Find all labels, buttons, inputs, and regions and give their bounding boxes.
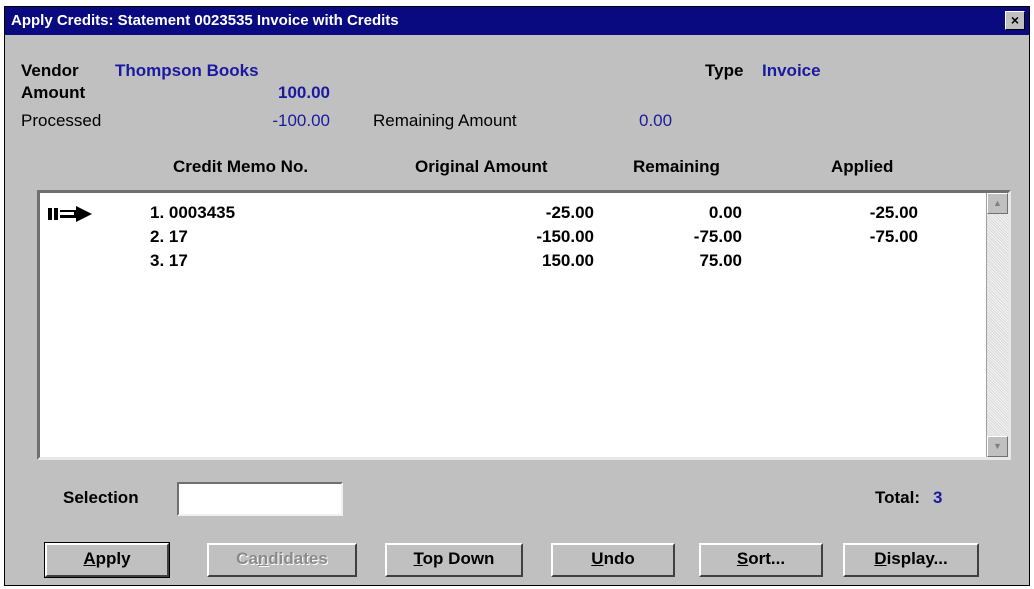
title-bar[interactable]: Apply Credits: Statement 0023535 Invoice… — [5, 7, 1029, 35]
undo-label-accel: U — [591, 549, 604, 568]
apply-credits-window: Apply Credits: Statement 0023535 Invoice… — [4, 6, 1030, 586]
window-title: Apply Credits: Statement 0023535 Invoice… — [11, 12, 399, 29]
sort-button[interactable]: Sort... — [699, 543, 823, 577]
remaining-amount: 0.00 — [708, 203, 742, 222]
scroll-down-icon: ▼ — [993, 441, 1002, 451]
top-down-label-accel: T — [413, 549, 423, 568]
vendor-label: Vendor — [21, 61, 79, 80]
arrow-right-icon — [48, 206, 92, 222]
credit-memo-list[interactable]: 1. 0003435 -25.00 0.00 -25.00 2. 17 -150… — [37, 190, 1011, 460]
processed-value: -100.00 — [272, 111, 330, 130]
column-header-remaining: Remaining — [633, 157, 720, 176]
top-down-button[interactable]: Top Down — [385, 543, 523, 577]
scroll-down-button[interactable]: ▼ — [987, 436, 1008, 457]
credit-memo-no: 1. 0003435 — [150, 203, 236, 222]
apply-label-accel: A — [83, 549, 96, 568]
display-button[interactable]: Display... — [843, 543, 979, 577]
vendor-value: Thompson Books — [115, 61, 259, 80]
apply-button[interactable]: Apply — [44, 542, 170, 578]
undo-label-post: ndo — [603, 549, 635, 568]
column-header-original-amount: Original Amount — [415, 157, 548, 176]
candidates-label-pre: Ca — [236, 549, 258, 568]
processed-label: Processed — [21, 111, 102, 130]
amount-label: Amount — [21, 83, 86, 102]
applied-amount: -25.00 — [869, 203, 918, 222]
amount-value: 100.00 — [278, 83, 330, 102]
credit-memo-no: 2. 17 — [150, 227, 188, 246]
display-label-accel: D — [874, 549, 887, 568]
vertical-scrollbar[interactable]: ▲ ▼ — [986, 193, 1008, 457]
list-item[interactable]: 1. 0003435 -25.00 0.00 -25.00 — [40, 203, 1008, 225]
display-label-post: isplay... — [886, 549, 948, 568]
apply-label-post: pply — [95, 549, 131, 568]
type-value: Invoice — [762, 61, 821, 80]
list-item[interactable]: 2. 17 -150.00 -75.00 -75.00 — [40, 227, 1008, 249]
total-label: Total: — [875, 488, 921, 507]
column-header-credit-memo: Credit Memo No. — [173, 157, 309, 176]
total-value: 3 — [933, 488, 943, 507]
sort-label-post: ort... — [748, 549, 786, 568]
sort-label-accel: S — [736, 549, 749, 568]
remaining-amount: 75.00 — [699, 251, 742, 270]
scroll-up-icon: ▲ — [993, 198, 1002, 208]
close-button[interactable]: × — [1005, 11, 1025, 30]
credit-memo-no: 3. 17 — [150, 251, 188, 270]
candidates-label-accel: n — [257, 549, 269, 568]
remaining-amount-value: 0.00 — [639, 111, 673, 130]
list-item[interactable]: 3. 17 150.00 75.00 — [40, 251, 1008, 273]
scroll-up-button[interactable]: ▲ — [987, 193, 1008, 214]
candidates-button[interactable]: Candidates — [207, 543, 357, 577]
original-amount: -150.00 — [536, 227, 594, 246]
type-label: Type — [705, 61, 744, 80]
undo-button[interactable]: Undo — [551, 543, 675, 577]
original-amount: 150.00 — [542, 251, 594, 270]
remaining-amount-label: Remaining Amount — [373, 111, 517, 130]
candidates-label-post: didates — [268, 549, 328, 568]
close-icon: × — [1010, 12, 1020, 28]
column-header-applied: Applied — [831, 157, 894, 176]
remaining-amount: -75.00 — [693, 227, 742, 246]
selection-input[interactable] — [177, 482, 343, 516]
applied-amount: -75.00 — [869, 227, 918, 246]
top-down-label-post: op Down — [422, 549, 495, 568]
selection-label: Selection — [63, 488, 139, 507]
original-amount: -25.00 — [545, 203, 594, 222]
